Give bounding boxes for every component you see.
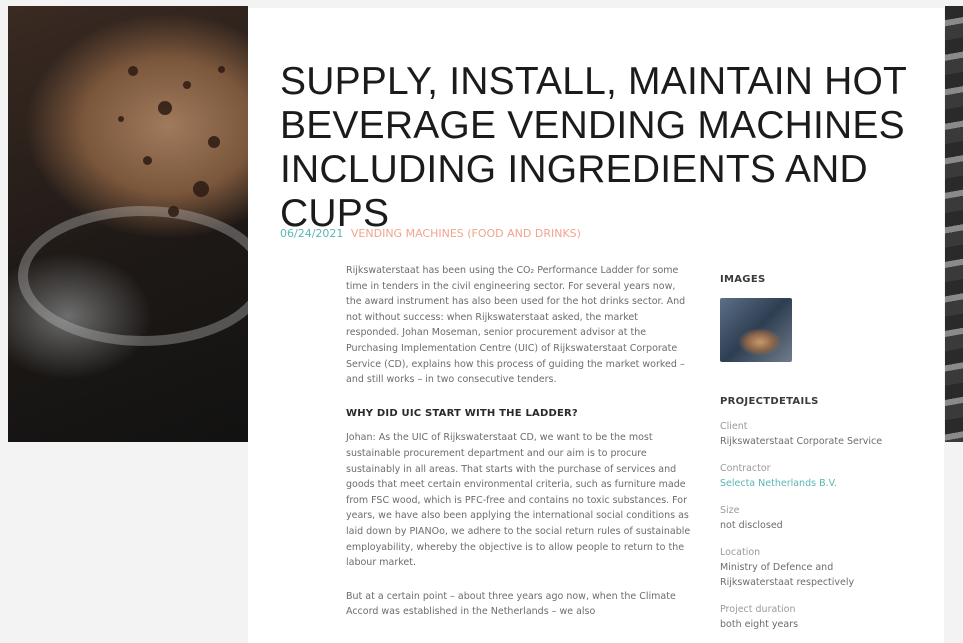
detail-value: Rijkswaterstaat Corporate Service bbox=[720, 436, 883, 447]
post-meta: 06/24/2021 VENDING MACHINES (FOOD AND DR… bbox=[280, 227, 581, 240]
article-body: Rijkswaterstaat has been using the CO₂ P… bbox=[346, 263, 691, 638]
page-title: SUPPLY, INSTALL, MAINTAIN HOT BEVERAGE V… bbox=[280, 60, 907, 235]
detail-label: Contractor bbox=[720, 463, 771, 474]
body-paragraph: Johan: As the UIC of Rijkswaterstaat CD,… bbox=[346, 432, 691, 569]
coffee-bubble bbox=[218, 66, 225, 73]
cup-rim bbox=[18, 206, 248, 346]
project-image-thumbnail[interactable] bbox=[720, 298, 792, 362]
detail-contractor: Contractor Selecta Netherlands B.V. bbox=[720, 461, 890, 491]
post-date: 06/24/2021 bbox=[280, 227, 344, 240]
coffee-bubble bbox=[208, 136, 220, 148]
detail-location: Location Ministry of Defence and Rijkswa… bbox=[720, 545, 890, 590]
coffee-bubble bbox=[143, 156, 152, 165]
hero-right-image bbox=[945, 6, 963, 442]
detail-value: not disclosed bbox=[720, 520, 783, 531]
project-details-heading: PROJECTDETAILS bbox=[720, 396, 819, 407]
coffee-bubble bbox=[118, 116, 124, 122]
sidebar: IMAGES PROJECTDETAILS Client Rijkswaters… bbox=[720, 274, 890, 632]
detail-size: Size not disclosed bbox=[720, 503, 890, 533]
hero-coffee-image bbox=[8, 6, 248, 442]
detail-value: both eight years bbox=[720, 619, 799, 630]
coffee-bubble bbox=[158, 101, 172, 115]
section-heading: WHY DID UIC START WITH THE LADDER? bbox=[346, 407, 578, 419]
detail-label: Size bbox=[720, 505, 740, 516]
detail-value: Ministry of Defence and Rijkswaterstaat … bbox=[720, 562, 855, 588]
detail-duration: Project duration both eight years bbox=[720, 602, 890, 632]
body-paragraph: But at a certain point – about three yea… bbox=[346, 590, 676, 618]
coffee-bubble bbox=[128, 66, 138, 76]
detail-label: Client bbox=[720, 421, 748, 432]
detail-label: Location bbox=[720, 547, 761, 558]
category-link[interactable]: VENDING MACHINES (FOOD AND DRINKS) bbox=[351, 227, 581, 240]
intro-paragraph: Rijkswaterstaat has been using the CO₂ P… bbox=[346, 265, 686, 386]
detail-label: Project duration bbox=[720, 604, 796, 615]
images-heading: IMAGES bbox=[720, 274, 766, 285]
coffee-bubble bbox=[193, 181, 209, 197]
coffee-bubble bbox=[183, 81, 191, 89]
detail-client: Client Rijkswaterstaat Corporate Service bbox=[720, 419, 890, 449]
coffee-bubble bbox=[168, 206, 179, 217]
contractor-link[interactable]: Selecta Netherlands B.V. bbox=[720, 478, 837, 489]
article-card: SUPPLY, INSTALL, MAINTAIN HOT BEVERAGE V… bbox=[248, 8, 944, 643]
